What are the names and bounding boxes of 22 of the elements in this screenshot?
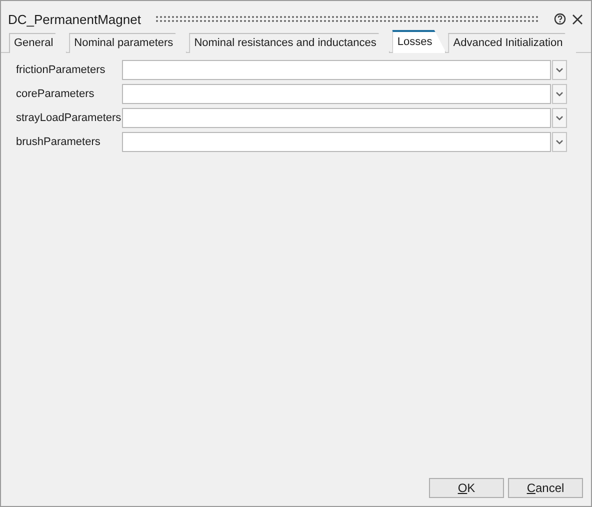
cancel-button[interactable]: Cancel [508, 478, 583, 498]
chevron-down-icon [556, 68, 563, 72]
tab[interactable]: Nominal resistances and inductances [189, 33, 390, 53]
chevron-down-icon [556, 116, 563, 120]
chevron-down-icon [556, 140, 563, 144]
tab[interactable]: Advanced Initialization [448, 33, 577, 53]
tab[interactable]: Losses [392, 30, 446, 53]
dropdown-button[interactable] [552, 108, 567, 128]
help-icon[interactable] [554, 13, 566, 25]
close-icon[interactable] [572, 14, 583, 24]
parameter-label: coreParameters [16, 88, 96, 100]
dropdown-button[interactable] [552, 132, 567, 152]
parameter-label: frictionParameters [16, 64, 106, 76]
parameter-label: strayLoadParameters [16, 112, 120, 124]
chevron-down-icon [556, 92, 563, 96]
window-title: DC_PermanentMagnet [8, 12, 141, 26]
parameter-label: brushParameters [16, 136, 102, 148]
tab[interactable]: Nominal parameters [69, 33, 188, 53]
tab[interactable]: General [9, 33, 68, 53]
dropdown-button[interactable] [552, 60, 567, 80]
dropdown-button[interactable] [552, 84, 567, 104]
ok-button[interactable]: OK [429, 478, 504, 498]
